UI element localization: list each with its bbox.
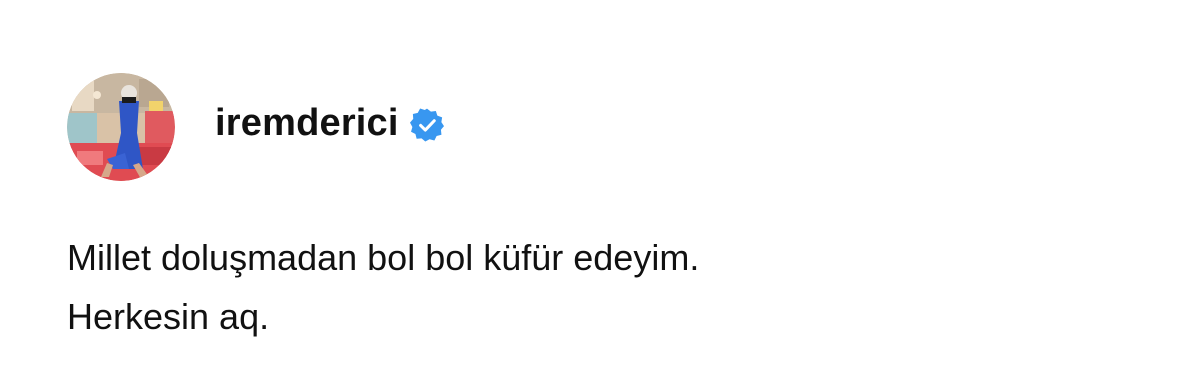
post-text-line-1: Millet doluşmadan bol bol küfür edeyim. [67,237,700,278]
username-row: iremderici [215,102,444,145]
avatar[interactable] [67,73,175,181]
verified-badge-icon [409,108,444,142]
post-text-line-2: Herkesin aq. [67,296,270,337]
post-text: Millet doluşmadan bol bol küfür edeyim. … [67,228,699,346]
username[interactable]: iremderici [215,102,399,145]
post-card: iremderici Millet doluşmadan bol bol küf… [0,0,1200,376]
post-header: iremderici [67,73,444,181]
